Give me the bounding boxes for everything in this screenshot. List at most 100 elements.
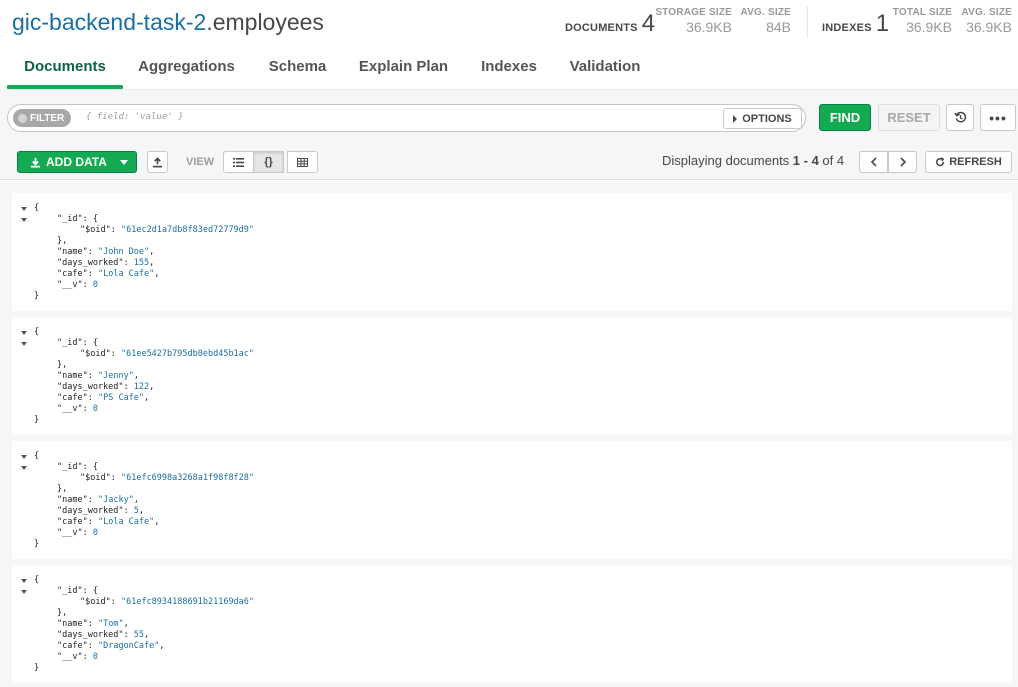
paging-of: of	[818, 153, 837, 168]
options-label: OPTIONS	[742, 112, 792, 125]
stats-divider	[807, 6, 808, 38]
field-cafe: "cafe": "Lola Cafe",	[57, 269, 160, 279]
chevron-left-icon	[870, 157, 877, 167]
total-size-label: TOTAL SIZE	[892, 7, 952, 18]
expand-toggle-icon[interactable]	[21, 207, 27, 211]
table-icon	[297, 157, 308, 167]
refresh-button[interactable]: REFRESH	[925, 151, 1012, 173]
expand-toggle-icon[interactable]	[21, 342, 27, 346]
collection-tabs: Documents Aggregations Schema Explain Pl…	[0, 44, 1018, 89]
close-id: },	[57, 360, 68, 370]
field-days-worked: "days_worked": 5,	[57, 506, 145, 516]
tab-aggregations[interactable]: Aggregations	[128, 44, 245, 89]
chevron-right-icon	[899, 157, 906, 167]
paging-total: 4	[836, 153, 845, 168]
expand-toggle-icon[interactable]	[21, 331, 27, 335]
view-label: VIEW	[186, 156, 215, 168]
close-id: },	[57, 484, 68, 494]
expand-toggle-icon[interactable]	[21, 218, 27, 222]
tab-explain-plan[interactable]: Explain Plan	[350, 44, 457, 89]
database-name[interactable]: gic-backend-task-2	[12, 9, 206, 35]
document-card[interactable]: { "_id": { "$oid": "61efc8934188691b2116…	[12, 565, 1012, 683]
tab-schema[interactable]: Schema	[252, 44, 343, 89]
find-button[interactable]: FIND	[819, 104, 871, 131]
documents-stat-label: DOCUMENTS	[565, 22, 638, 34]
refresh-label: REFRESH	[949, 156, 1002, 168]
open-brace: {	[34, 203, 40, 213]
field-id: "_id": {	[57, 338, 98, 348]
close-brace: }	[34, 415, 40, 425]
expand-toggle-icon[interactable]	[21, 455, 27, 459]
query-history-button[interactable]	[946, 104, 974, 131]
field-v: "__v": 0	[57, 652, 98, 662]
field-days-worked: "days_worked": 122,	[57, 382, 155, 392]
list-icon	[233, 157, 244, 167]
export-button[interactable]	[147, 151, 168, 173]
documents-stat-value: 4	[641, 10, 656, 37]
options-button[interactable]: OPTIONS	[723, 108, 802, 129]
field-oid: "$oid": "61ec2d1a7db8f83ed72779d9"	[80, 225, 255, 235]
indexes-stat: INDEXES 1	[822, 10, 889, 38]
document-card[interactable]: { "_id": { "$oid": "61ec2d1a7db8f83ed727…	[12, 193, 1012, 311]
index-avg-size-label: AVG. SIZE	[961, 7, 1012, 18]
close-brace: }	[34, 291, 40, 301]
history-icon	[953, 111, 966, 123]
close-id: },	[57, 608, 68, 618]
open-brace: {	[34, 327, 40, 337]
indexes-stat-value: 1	[875, 10, 890, 37]
field-v: "__v": 0	[57, 404, 98, 414]
field-v: "__v": 0	[57, 528, 98, 538]
field-cafe: "cafe": "Lola Cafe",	[57, 517, 160, 527]
filter-placeholder: { field: 'value' }	[86, 112, 184, 122]
field-cafe: "cafe": "DragonCafe",	[57, 641, 165, 651]
total-size-value: 36.9KB	[906, 19, 952, 35]
avg-size-label: AVG. SIZE	[740, 7, 791, 18]
paging-range: 1 - 4	[792, 153, 819, 168]
field-name: "name": "Tom",	[57, 619, 129, 629]
add-data-label: ADD DATA	[46, 155, 107, 169]
filter-status-icon	[18, 113, 27, 123]
download-icon	[30, 157, 41, 168]
view-json-button[interactable]: {}	[253, 151, 284, 173]
prev-page-button[interactable]	[859, 151, 888, 173]
expand-toggle-icon[interactable]	[21, 579, 27, 583]
chevron-down-icon	[119, 159, 128, 165]
document-card[interactable]: { "_id": { "$oid": "61efc6998a3268a1f98f…	[12, 441, 1012, 559]
field-name: "name": "John Doe",	[57, 247, 155, 257]
caret-right-icon	[733, 114, 738, 123]
document-card[interactable]: { "_id": { "$oid": "61ee5427b795db0ebd45…	[12, 317, 1012, 435]
view-list-button[interactable]	[223, 151, 254, 173]
field-id: "_id": {	[57, 462, 98, 472]
field-id: "_id": {	[57, 214, 98, 224]
close-brace: }	[34, 663, 40, 673]
tab-validation[interactable]: Validation	[560, 44, 650, 89]
collection-name: .employees	[206, 9, 324, 35]
add-data-button[interactable]: ADD DATA	[17, 151, 137, 173]
expand-toggle-icon[interactable]	[21, 466, 27, 470]
open-brace: {	[34, 451, 40, 461]
expand-toggle-icon[interactable]	[21, 590, 27, 594]
namespace-title: gic-backend-task-2.employees	[12, 8, 324, 36]
field-v: "__v": 0	[57, 280, 98, 290]
reset-button[interactable]: RESET	[878, 104, 940, 131]
storage-size-value: 36.9KB	[686, 19, 732, 35]
avg-size-value: 84B	[766, 19, 791, 35]
field-cafe: "cafe": "PS Cafe",	[57, 393, 150, 403]
field-id: "_id": {	[57, 586, 98, 596]
close-brace: }	[34, 539, 40, 549]
paging-info: Displaying documents 1 - 4 of 4	[662, 153, 844, 168]
field-days-worked: "days_worked": 155,	[57, 258, 155, 268]
tab-documents[interactable]: Documents	[7, 44, 123, 89]
field-oid: "$oid": "61ee5427b795db0ebd45b1ac"	[80, 349, 255, 359]
open-brace: {	[34, 575, 40, 585]
index-avg-size-value: 36.9KB	[966, 19, 1012, 35]
field-oid: "$oid": "61efc8934188691b21169da6"	[80, 597, 255, 607]
documents-stat: DOCUMENTS 4	[565, 10, 655, 38]
tab-indexes[interactable]: Indexes	[466, 44, 552, 89]
next-page-button[interactable]	[888, 151, 917, 173]
field-oid: "$oid": "61efc6998a3268a1f98f8f28"	[80, 473, 255, 483]
more-options-button[interactable]: •••	[980, 104, 1016, 131]
indexes-stat-label: INDEXES	[822, 22, 872, 34]
field-name: "name": "Jenny",	[57, 371, 139, 381]
view-table-button[interactable]	[287, 151, 318, 173]
